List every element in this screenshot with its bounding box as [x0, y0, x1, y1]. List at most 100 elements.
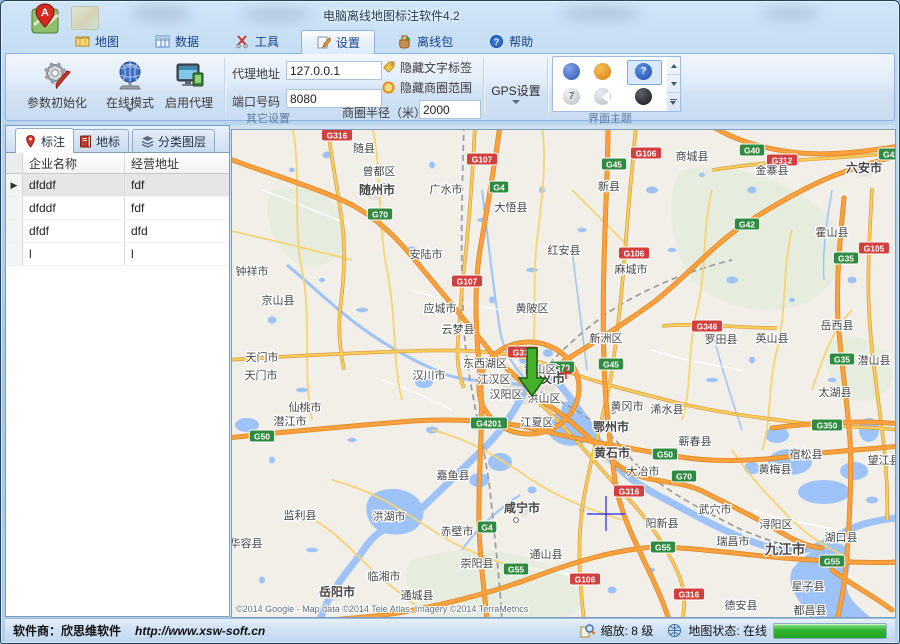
statusbar: 软件商：欣思维软件 http://www.xsw-soft.cn 缩放: 8 级…	[5, 618, 895, 642]
highway-shield: G4	[477, 521, 497, 533]
cell-address[interactable]: l	[125, 243, 229, 265]
highway-shield: G350	[811, 419, 842, 431]
tab-help[interactable]: ? 帮助	[475, 30, 547, 53]
highway-shield: G70	[367, 208, 392, 220]
chevron-down-icon	[512, 100, 520, 108]
statusbar-right: 缩放: 8 级 地图状态: 在线	[580, 622, 887, 639]
table-row[interactable]: ▶dfddffdf	[6, 174, 229, 197]
init-params-button[interactable]: 参数初始化	[16, 56, 98, 116]
table-row[interactable]: ll	[6, 243, 229, 266]
arrow-down-icon	[671, 82, 677, 89]
sidebar-tab-annotation[interactable]: 标注	[15, 128, 74, 153]
map-canvas[interactable]: G316G107G107G106G312G105G106G318G316G106…	[232, 130, 895, 617]
cell-company[interactable]: dfddf	[23, 197, 125, 219]
highway-shield: G106	[569, 573, 600, 585]
svg-text:G316: G316	[327, 130, 348, 140]
proxy-port-label: 端口号码	[232, 93, 280, 110]
row-selector[interactable]	[6, 197, 23, 219]
highway-shield: G35	[829, 353, 854, 365]
online-mode-button[interactable]: 在线模式	[100, 56, 160, 116]
cell-address[interactable]: dfd	[125, 220, 229, 242]
ribbon-body: 参数初始化 在线模式 启用代理	[5, 53, 895, 121]
theme-black[interactable]	[635, 88, 652, 105]
table-row[interactable]: dfdfdfd	[6, 220, 229, 243]
progress-bar	[773, 623, 887, 639]
map-place-label: 潜江市	[274, 414, 307, 428]
radius-input[interactable]	[419, 100, 481, 119]
map-status-label: 地图状态: 在线	[688, 622, 767, 639]
svg-text:G346: G346	[697, 321, 718, 331]
row-selector[interactable]	[6, 243, 23, 265]
proxy-address-input[interactable]	[286, 61, 382, 80]
group-separator	[483, 58, 484, 114]
gallery-scroll-up[interactable]	[667, 57, 680, 75]
sidebar-tabbar: 标注 地标 分类图层	[6, 126, 229, 153]
theme-blue-apple[interactable]	[563, 63, 580, 80]
svg-text:G55: G55	[824, 556, 840, 566]
theme-silver-seven[interactable]: 7	[563, 88, 580, 105]
svg-text:G45: G45	[603, 359, 619, 369]
group-label-other-settings: 其它设置	[246, 110, 290, 126]
cell-company[interactable]: l	[23, 243, 125, 265]
map-place-label: 黄冈市	[611, 399, 644, 413]
row-selector[interactable]	[6, 220, 23, 242]
row-selector[interactable]: ▶	[6, 174, 23, 196]
map-place-label: 通山县	[530, 548, 563, 561]
theme-silver-wedge[interactable]	[594, 88, 611, 105]
map-place-label: 红安县	[548, 243, 581, 257]
app-map-pin-icon[interactable]: A	[29, 3, 61, 35]
highway-shield: G316	[673, 588, 704, 600]
vendor-url[interactable]: http://www.xsw-soft.cn	[135, 624, 265, 638]
map-place-label: 江夏区	[521, 416, 554, 429]
map-viewport[interactable]: G316G107G107G106G312G105G106G318G316G106…	[231, 129, 896, 618]
theme-pumpkin[interactable]	[594, 63, 611, 80]
table-rows: ▶dfddffdfdfddffdfdfdfdfdll	[6, 174, 229, 266]
tab-offline-package[interactable]: 离线包	[383, 30, 467, 53]
map-place-label: 鄂州市	[593, 419, 629, 434]
town-dot	[514, 518, 519, 523]
highway-shield: G55	[819, 555, 844, 567]
hide-business-circle-option[interactable]: 隐藏商圈范围	[382, 79, 472, 96]
tab-settings[interactable]: 设置	[301, 30, 375, 54]
gallery-expand[interactable]	[667, 93, 680, 110]
cell-address[interactable]: fdf	[125, 174, 229, 196]
settings-icon	[316, 35, 331, 50]
circle-range-icon	[382, 81, 395, 94]
hide-text-labels-option[interactable]: 隐藏文字标签	[382, 59, 472, 76]
theme-blue-help[interactable]: ?	[635, 63, 652, 80]
gallery-scroll-down[interactable]	[667, 75, 680, 93]
tab-label: 离线包	[417, 33, 453, 50]
tab-label: 帮助	[509, 33, 533, 50]
map-place-label: 武穴市	[699, 502, 732, 516]
tab-label: 地标	[96, 133, 120, 150]
cell-company[interactable]: dfdf	[23, 220, 125, 242]
svg-text:G350: G350	[817, 420, 838, 430]
tab-label: 工具	[255, 33, 279, 50]
sidebar-tab-layers[interactable]: 分类图层	[132, 129, 215, 152]
option-label: 隐藏文字标签	[400, 59, 472, 76]
column-header-address[interactable]: 经营地址	[125, 153, 229, 173]
tab-data[interactable]: 数据	[141, 30, 213, 53]
gps-settings-button[interactable]: GPS设置	[487, 56, 545, 116]
radius-label: 商圈半径（米）:	[342, 104, 429, 121]
sidebar-tab-landmark[interactable]: 地标	[70, 129, 129, 152]
svg-text:G35: G35	[834, 354, 850, 364]
map-place-label: 蕲春县	[679, 435, 712, 448]
quick-access-icon[interactable]	[71, 6, 99, 30]
cell-address[interactable]: fdf	[125, 197, 229, 219]
map-place-label: 阳新县	[646, 516, 679, 530]
map-place-label: 云梦县	[442, 323, 475, 336]
column-header-company[interactable]: 企业名称	[23, 153, 125, 173]
svg-text:G105: G105	[864, 243, 885, 253]
svg-text:G35: G35	[838, 253, 854, 263]
table-row[interactable]: dfddffdf	[6, 197, 229, 220]
enable-proxy-button[interactable]: 启用代理	[160, 56, 218, 116]
cell-company[interactable]: dfddf	[23, 174, 125, 196]
tab-tools[interactable]: 工具	[221, 30, 293, 53]
tab-map[interactable]: 地图	[61, 30, 133, 53]
svg-text:G70: G70	[676, 471, 692, 481]
svg-text:G316: G316	[619, 486, 640, 496]
highway-shield: G316	[613, 485, 644, 497]
map-icon	[75, 34, 90, 49]
titlebar[interactable]: A 电脑离线地图标注软件4.2	[1, 1, 899, 29]
